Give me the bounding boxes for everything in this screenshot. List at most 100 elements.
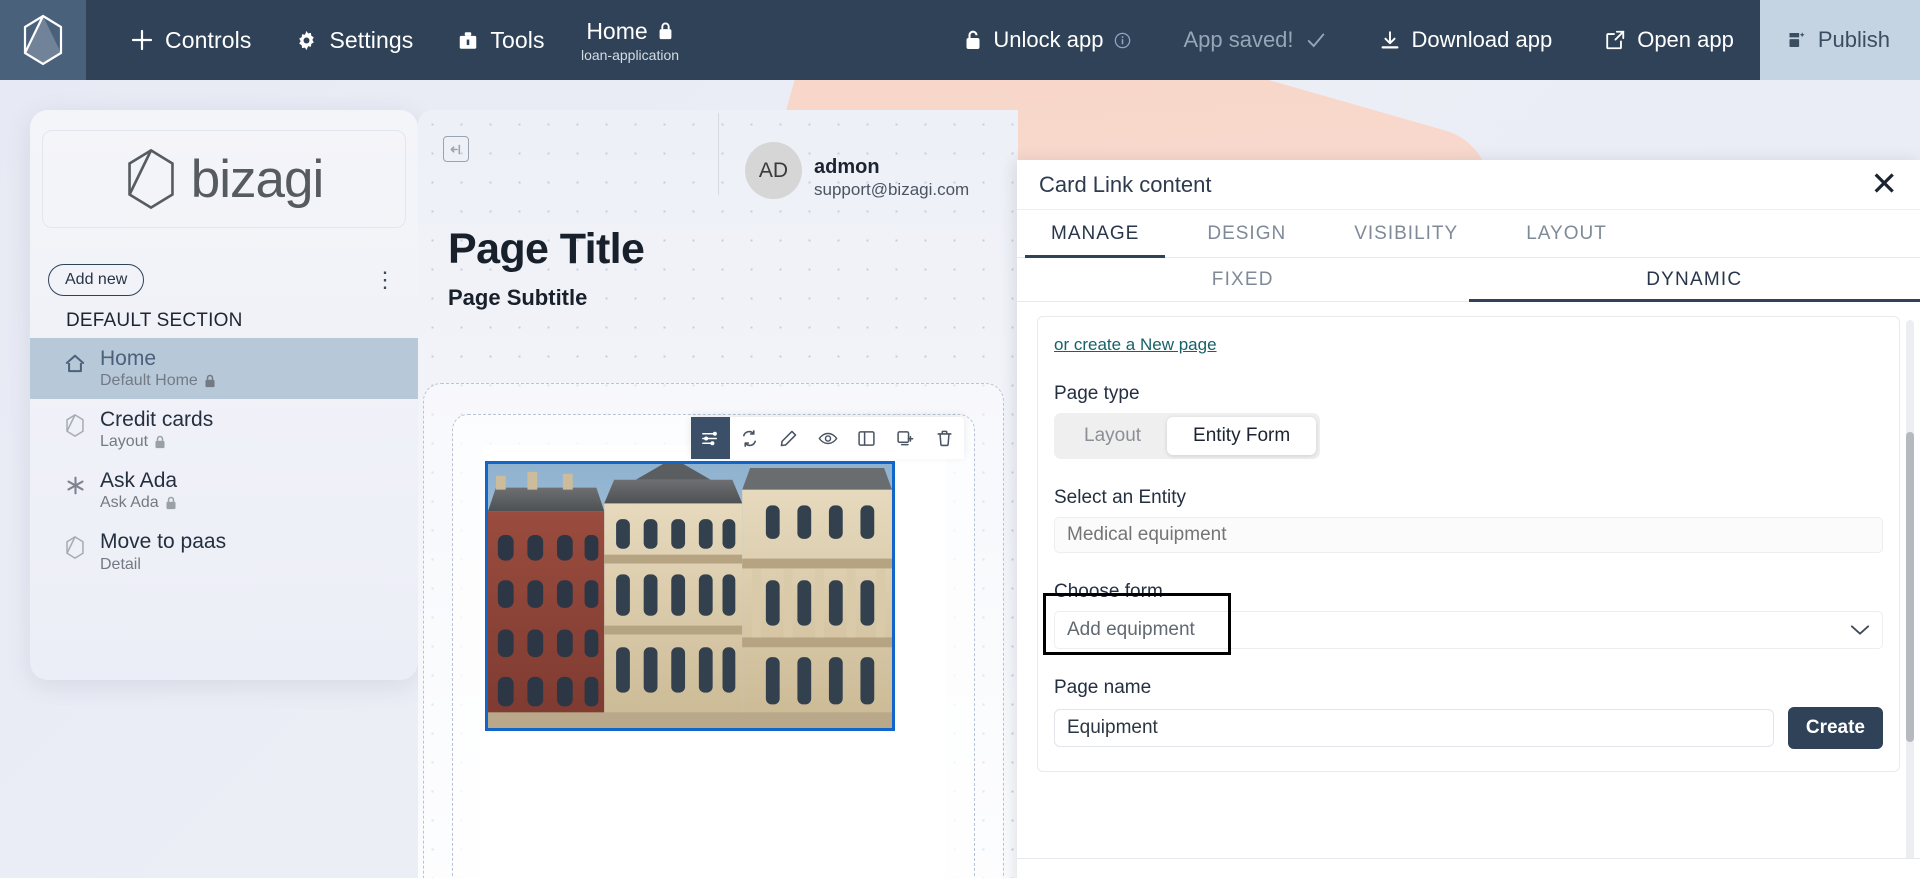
canvas-mid-container [452,414,975,878]
nav-settings[interactable]: Settings [273,0,435,80]
sidebar-item-subtitle: Ask Ada [100,494,159,512]
page-type-segmented-control: Layout Entity Form [1054,413,1321,459]
panel-scrollbar-thumb[interactable] [1906,432,1914,742]
unlock-app-button[interactable]: Unlock app [938,0,1157,80]
panel-tabs: MANAGE DESIGN VISIBILITY LAYOUT [1017,210,1920,258]
publish-icon [1789,32,1805,47]
app-logo[interactable] [0,0,86,80]
toolbox-icon [460,31,477,49]
external-link-icon [1606,30,1625,50]
open-app-button[interactable]: Open app [1578,0,1760,80]
baroque-palace-facade-photo [488,464,892,728]
tab-manage[interactable]: MANAGE [1017,210,1173,258]
sidebar-item-title: Credit cards [100,408,214,432]
create-button[interactable]: Create [1787,707,1883,749]
sidebar-item-move-to-paas[interactable]: Move to paas Detail [30,521,418,582]
user-name: admon [814,156,880,178]
replace-button[interactable] [730,417,769,459]
replace-icon [742,429,757,447]
unlock-app-label: Unlock app [993,27,1104,52]
top-nav: Controls Settings Tools [86,0,567,80]
eye-icon [818,432,837,444]
page-type-entity-form-option[interactable]: Entity Form [1167,417,1317,455]
close-icon[interactable]: ✕ [1870,167,1898,200]
subtab-dynamic[interactable]: DYNAMIC [1468,258,1920,302]
choose-form-value: Add equipment [1067,619,1195,640]
page-canvas: AD admon support@bizagi.com Page Title P… [418,110,1018,878]
download-app-button[interactable]: Download app [1353,0,1579,80]
page-name-row: Create [1054,707,1883,749]
publish-button[interactable]: Publish [1759,0,1920,80]
app-saved-status: App saved! [1157,0,1352,80]
sidebar-item-ask-ada[interactable]: Ask Ada Ask Ada [30,460,418,521]
panel-collapse-icon[interactable] [443,136,469,162]
cube-icon [62,408,88,438]
sliders-icon [702,431,718,445]
home-icon [62,347,88,373]
bizagi-cube-icon [23,14,63,66]
brand-wordmark: bizagi [190,149,324,209]
gear-icon [299,30,315,50]
subtab-fixed[interactable]: FIXED [1017,258,1469,301]
choose-form-label: Choose form [1054,581,1163,602]
sidebar-item-title: Move to paas [100,530,227,554]
edit-button[interactable] [769,417,808,459]
panel-header: Card Link content ✕ [1017,160,1920,210]
image-element[interactable] [485,461,895,731]
layout-icon [858,430,875,446]
top-toolbar: Controls Settings Tools Home loan-applic… [0,0,1920,80]
page-name-input[interactable] [1054,709,1774,747]
app-saved-label: App saved! [1183,27,1294,52]
sidebar-item-credit-cards[interactable]: Credit cards Layout [30,399,418,460]
visibility-button[interactable] [808,417,847,459]
download-icon [1381,30,1398,48]
delete-button[interactable] [925,417,964,459]
top-actions: Unlock app App saved! Download app Open … [938,0,1920,80]
sidebar-item-subtitle-row: Layout [100,433,213,451]
header-divider [718,113,719,195]
user-email: support@bizagi.com [814,180,970,199]
dynamic-page-form: or create a New page Page type Layout En… [1037,316,1900,772]
current-page-indicator[interactable]: Home loan-application [520,0,740,80]
pages-sidebar: bizagi Add new ⋮ DEFAULT SECTION Home De… [30,110,418,680]
bizagi-cube-icon [127,148,174,210]
lock-closed-icon [205,374,215,388]
canvas-outer-container [423,383,1004,878]
sidebar-item-home[interactable]: Home Default Home [30,338,418,400]
page-type-layout-option[interactable]: Layout [1058,417,1167,455]
plus-icon [131,29,153,51]
duplicate-icon [897,430,914,445]
app-brand-logo: bizagi [42,130,406,228]
avatar: AD [745,142,802,199]
tab-layout[interactable]: LAYOUT [1492,210,1641,257]
sidebar-item-subtitle-row: Ask Ada [100,494,177,512]
nav-controls[interactable]: Controls [108,0,273,80]
page-name-label: Page name [1054,677,1152,698]
duplicate-button[interactable] [886,417,925,459]
panel-body: or create a New page Page type Layout En… [1017,302,1920,858]
choose-form-select[interactable]: Add equipment [1054,611,1883,649]
tab-design[interactable]: DESIGN [1173,210,1320,257]
trash-icon [937,430,952,446]
sidebar-item-title: Ask Ada [100,469,178,493]
add-new-button[interactable]: Add new [48,264,145,296]
select-entity-input[interactable] [1054,517,1883,553]
workspace: bizagi Add new ⋮ DEFAULT SECTION Home De… [0,80,1920,878]
create-new-page-link[interactable]: or create a New page [1054,335,1217,354]
panel-title: Card Link content [1039,171,1212,197]
nav-settings-label: Settings [329,26,414,53]
properties-button[interactable] [691,417,730,459]
layout-button[interactable] [847,417,886,459]
panel-footer: Back to step 1 Next [1017,858,1920,878]
pencil-icon [780,430,797,446]
info-icon [1115,32,1131,48]
tab-visibility[interactable]: VISIBILITY [1320,210,1492,257]
properties-panel: Card Link content ✕ MANAGE DESIGN VISIBI… [1017,160,1920,878]
app-root: Controls Settings Tools Home loan-applic… [0,0,1920,878]
sidebar-item-subtitle-row: Detail [100,556,226,574]
sidebar-item-subtitle-row: Default Home [100,372,216,390]
more-vertical-icon[interactable]: ⋮ [374,269,396,291]
element-toolbar [691,417,964,459]
publish-label: Publish [1817,27,1890,52]
cube-icon [62,530,88,560]
